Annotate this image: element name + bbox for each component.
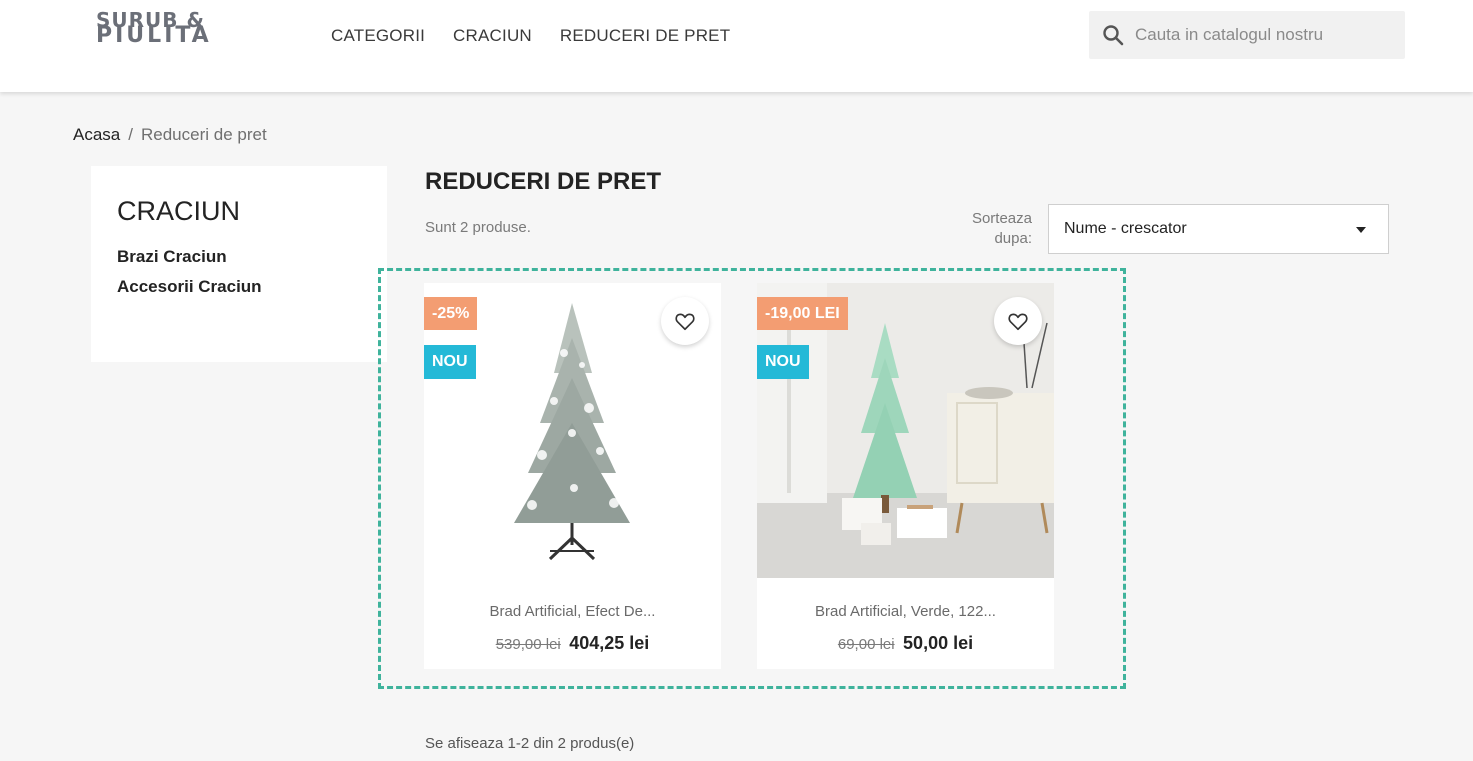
wishlist-heart-button[interactable] bbox=[994, 297, 1042, 345]
breadcrumb-current: Reduceri de pret bbox=[140, 125, 267, 144]
discount-badge: -19,00 LEI bbox=[757, 297, 848, 330]
nav-item-craciun[interactable]: CRACIUN bbox=[453, 26, 532, 46]
new-badge: NOU bbox=[424, 345, 476, 379]
nav-item-reduceri[interactable]: REDUCERI DE PRET bbox=[560, 26, 730, 46]
sidebar-link-accesorii-craciun[interactable]: Accesorii Craciun bbox=[117, 277, 361, 297]
product-price: 539,00 lei 404,25 lei bbox=[424, 633, 721, 654]
sidebar-title[interactable]: CRACIUN bbox=[117, 196, 361, 227]
category-sidebar: CRACIUN Brazi Craciun Accesorii Craciun bbox=[91, 166, 387, 362]
old-price: 69,00 lei bbox=[837, 636, 895, 653]
discount-badge: -25% bbox=[424, 297, 478, 330]
current-price: 50,00 lei bbox=[903, 633, 974, 653]
site-logo[interactable]: SURUB & PIULITA bbox=[96, 10, 246, 58]
pagination-summary: Se afiseaza 1-2 din 2 produs(e) bbox=[425, 735, 635, 752]
product-card[interactable]: -19,00 LEI NOU Brad Artificial, Verde, 1… bbox=[757, 283, 1054, 669]
heart-icon bbox=[1008, 313, 1028, 331]
main-nav: CATEGORII CRACIUN REDUCERI DE PRET bbox=[331, 26, 730, 46]
product-count: Sunt 2 produse. bbox=[425, 219, 531, 236]
wishlist-heart-button[interactable] bbox=[661, 297, 709, 345]
logo-line-2: PIULITA bbox=[96, 23, 212, 48]
current-price: 404,25 lei bbox=[569, 633, 650, 653]
search-input[interactable] bbox=[1135, 11, 1395, 59]
old-price: 539,00 lei bbox=[495, 636, 561, 653]
site-header: SURUB & PIULITA CATEGORII CRACIUN REDUCE… bbox=[0, 0, 1473, 92]
breadcrumb-home-link[interactable]: Acasa bbox=[73, 125, 120, 144]
new-badge: NOU bbox=[757, 345, 809, 379]
sort-dropdown[interactable]: Nume - crescator bbox=[1048, 204, 1389, 254]
sort-selected-value: Nume - crescator bbox=[1064, 220, 1187, 237]
search-box bbox=[1089, 11, 1405, 59]
product-name[interactable]: Brad Artificial, Efect De... bbox=[424, 603, 721, 620]
sort-label-line-2: dupa: bbox=[994, 230, 1032, 247]
page-title: REDUCERI DE PRET bbox=[425, 168, 662, 195]
sort-label-line-1: Sorteaza bbox=[971, 210, 1032, 227]
product-card[interactable]: -25% NOU Brad Artificial, Efect De... 53… bbox=[424, 283, 721, 669]
sidebar-link-brazi-craciun[interactable]: Brazi Craciun bbox=[117, 247, 361, 267]
breadcrumb-separator: / bbox=[128, 125, 133, 144]
breadcrumb: Acasa / Reduceri de pret bbox=[73, 125, 267, 145]
sort-label: Sorteaza dupa: bbox=[950, 209, 1032, 249]
nav-item-categorii[interactable]: CATEGORII bbox=[331, 26, 425, 46]
search-icon[interactable] bbox=[1101, 23, 1125, 47]
product-name[interactable]: Brad Artificial, Verde, 122... bbox=[757, 603, 1054, 620]
caret-down-icon bbox=[1356, 227, 1366, 233]
product-price: 69,00 lei 50,00 lei bbox=[757, 633, 1054, 654]
heart-icon bbox=[675, 313, 695, 331]
